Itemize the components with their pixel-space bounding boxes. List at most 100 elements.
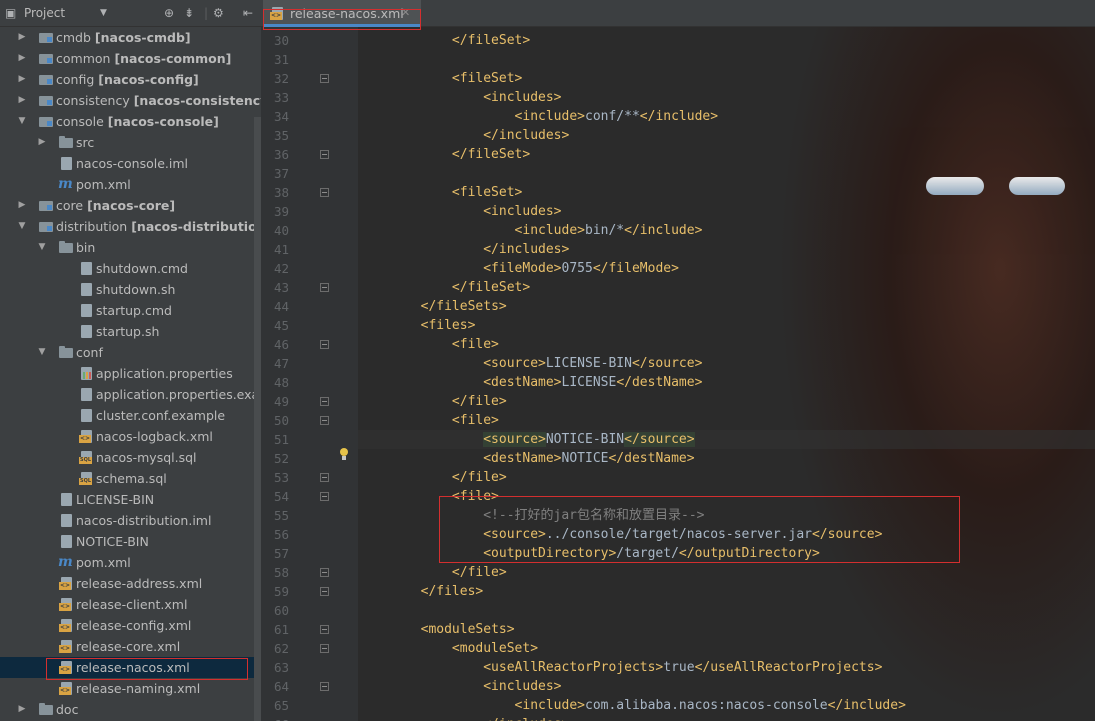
- code-line[interactable]: </fileSets>: [358, 297, 1095, 316]
- code-line[interactable]: <fileMode>0755</fileMode>: [358, 259, 1095, 278]
- fold-icon[interactable]: [320, 625, 329, 634]
- code-line[interactable]: <useAllReactorProjects>true</useAllReact…: [358, 658, 1095, 677]
- fold-icon[interactable]: [320, 473, 329, 482]
- code-line[interactable]: </files>: [358, 582, 1095, 601]
- fold-icon[interactable]: [320, 568, 329, 577]
- fold-icon[interactable]: [320, 283, 329, 292]
- tree-item[interactable]: application.properties.examp: [0, 384, 261, 405]
- code-line[interactable]: <fileSet>: [358, 183, 1095, 202]
- code-line[interactable]: <include>com.alibaba.nacos:nacos-console…: [358, 696, 1095, 715]
- code-line[interactable]: <file>: [358, 335, 1095, 354]
- code-line[interactable]: </includes>: [358, 126, 1095, 145]
- code-line[interactable]: <source>NOTICE-BIN</source>: [358, 430, 1095, 449]
- code-line[interactable]: [358, 50, 1095, 69]
- code-line[interactable]: </fileSet>: [358, 31, 1095, 50]
- tree-item[interactable]: nacos-mysql.sql: [0, 447, 261, 468]
- view-dropdown-icon[interactable]: ▼: [100, 5, 107, 21]
- expanded-arrow-icon[interactable]: ▼: [16, 111, 28, 132]
- fold-icon[interactable]: [320, 188, 329, 197]
- collapsed-arrow-icon[interactable]: ▶: [16, 195, 28, 216]
- code-area[interactable]: </fileSet> <fileSet> <includes> <include…: [358, 27, 1095, 721]
- project-tree-scrollbar[interactable]: [254, 117, 261, 721]
- code-line[interactable]: <files>: [358, 316, 1095, 335]
- tree-item[interactable]: nacos-console.iml: [0, 153, 261, 174]
- code-line[interactable]: </file>: [358, 468, 1095, 487]
- tree-item[interactable]: ▶ cmdb [nacos-cmdb]: [0, 27, 261, 48]
- collapsed-arrow-icon[interactable]: ▶: [16, 699, 28, 720]
- code-line[interactable]: <source>LICENSE-BIN</source>: [358, 354, 1095, 373]
- expanded-arrow-icon[interactable]: ▼: [36, 342, 48, 363]
- code-line[interactable]: <moduleSets>: [358, 620, 1095, 639]
- fold-icon[interactable]: [320, 492, 329, 501]
- code-line[interactable]: [358, 164, 1095, 183]
- fold-icon[interactable]: [320, 340, 329, 349]
- expanded-arrow-icon[interactable]: ▼: [36, 237, 48, 258]
- tree-item[interactable]: schema.sql: [0, 468, 261, 489]
- tree-item[interactable]: ▼ distribution [nacos-distribution]: [0, 216, 261, 237]
- code-line[interactable]: </includes>: [358, 715, 1095, 721]
- code-line[interactable]: <include>conf/**</include>: [358, 107, 1095, 126]
- tree-item[interactable]: nacos-distribution.iml: [0, 510, 261, 531]
- collapsed-arrow-icon[interactable]: ▶: [16, 90, 28, 111]
- tree-item[interactable]: release-config.xml: [0, 615, 261, 636]
- tree-item[interactable]: shutdown.sh: [0, 279, 261, 300]
- tree-item[interactable]: ▼ console [nacos-console]: [0, 111, 261, 132]
- code-line[interactable]: </file>: [358, 392, 1095, 411]
- code-line[interactable]: <includes>: [358, 88, 1095, 107]
- tab-release-nacos-xml[interactable]: release-nacos.xml ✕: [263, 0, 421, 27]
- code-line[interactable]: <file>: [358, 487, 1095, 506]
- code-line[interactable]: </includes>: [358, 240, 1095, 259]
- tree-item[interactable]: application.properties: [0, 363, 261, 384]
- fold-icon[interactable]: [320, 416, 329, 425]
- tree-item[interactable]: startup.cmd: [0, 300, 261, 321]
- tree-item[interactable]: release-naming.xml: [0, 678, 261, 699]
- code-line[interactable]: <outputDirectory>/target/</outputDirecto…: [358, 544, 1095, 563]
- collapsed-arrow-icon[interactable]: ▶: [36, 132, 48, 153]
- code-line[interactable]: <file>: [358, 411, 1095, 430]
- code-line[interactable]: <moduleSet>: [358, 639, 1095, 658]
- fold-icon[interactable]: [320, 74, 329, 83]
- tree-item[interactable]: cluster.conf.example: [0, 405, 261, 426]
- fold-icon[interactable]: [320, 150, 329, 159]
- close-icon[interactable]: ✕: [401, 6, 410, 19]
- lightbulb-icon[interactable]: [338, 448, 350, 461]
- collapsed-arrow-icon[interactable]: ▶: [16, 27, 28, 48]
- tree-item[interactable]: ▶ doc: [0, 699, 261, 720]
- code-line[interactable]: <!--打好的jar包名称和放置目录-->: [358, 506, 1095, 525]
- fold-icon[interactable]: [320, 397, 329, 406]
- tree-item[interactable]: ▼ bin: [0, 237, 261, 258]
- code-line[interactable]: <include>bin/*</include>: [358, 221, 1095, 240]
- tree-item[interactable]: release-address.xml: [0, 573, 261, 594]
- tree-item[interactable]: nacos-logback.xml: [0, 426, 261, 447]
- code-line[interactable]: <source>../console/target/nacos-server.j…: [358, 525, 1095, 544]
- tree-item[interactable]: LICENSE-BIN: [0, 489, 261, 510]
- tree-item[interactable]: ▶ core [nacos-core]: [0, 195, 261, 216]
- collapsed-arrow-icon[interactable]: ▶: [16, 69, 28, 90]
- code-line[interactable]: <includes>: [358, 677, 1095, 696]
- tree-item[interactable]: release-nacos.xml: [0, 657, 261, 678]
- collapsed-arrow-icon[interactable]: ▶: [16, 48, 28, 69]
- code-line[interactable]: </fileSet>: [358, 145, 1095, 164]
- hide-panel-icon[interactable]: ⇤: [243, 5, 253, 21]
- code-line[interactable]: <destName>NOTICE</destName>: [358, 449, 1095, 468]
- tree-item[interactable]: m pom.xml: [0, 174, 261, 195]
- code-line[interactable]: <includes>: [358, 202, 1095, 221]
- settings-gear-icon[interactable]: ⚙: [213, 5, 224, 21]
- expanded-arrow-icon[interactable]: ▼: [16, 216, 28, 237]
- tree-item[interactable]: ▶ config [nacos-config]: [0, 69, 261, 90]
- fold-icon[interactable]: [320, 587, 329, 596]
- code-line[interactable]: <destName>LICENSE</destName>: [358, 373, 1095, 392]
- code-line[interactable]: [358, 601, 1095, 620]
- collapse-all-icon[interactable]: ⇟: [184, 5, 194, 21]
- code-line[interactable]: </fileSet>: [358, 278, 1095, 297]
- tree-item[interactable]: ▼ conf: [0, 342, 261, 363]
- tree-item[interactable]: m pom.xml: [0, 552, 261, 573]
- tree-item[interactable]: release-client.xml: [0, 594, 261, 615]
- tree-item[interactable]: ▶ consistency [nacos-consistency]: [0, 90, 261, 111]
- fold-icon[interactable]: [320, 644, 329, 653]
- code-line[interactable]: </file>: [358, 563, 1095, 582]
- locate-file-icon[interactable]: ⊕: [164, 5, 174, 21]
- tree-item[interactable]: ▶ common [nacos-common]: [0, 48, 261, 69]
- tree-item[interactable]: shutdown.cmd: [0, 258, 261, 279]
- tree-item[interactable]: NOTICE-BIN: [0, 531, 261, 552]
